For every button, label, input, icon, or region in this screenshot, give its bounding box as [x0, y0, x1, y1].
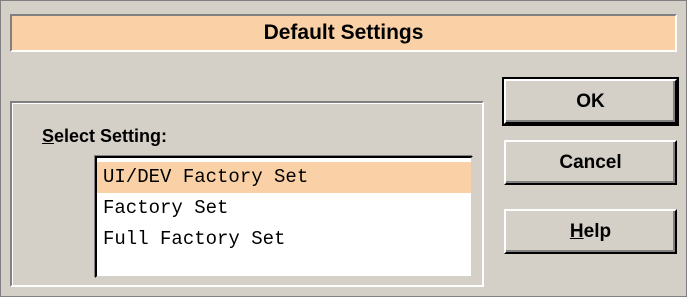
help-label-text: elp [583, 220, 612, 242]
cancel-button[interactable]: Cancel [504, 140, 677, 185]
help-button[interactable]: Help [504, 209, 677, 254]
default-settings-dialog: Default Settings Select Setting: UI/DEV … [0, 0, 687, 297]
list-item-full-factory-set[interactable]: Full Factory Set [97, 224, 471, 255]
settings-listbox[interactable]: UI/DEV Factory Set Factory Set Full Fact… [95, 156, 473, 278]
select-setting-group: Select Setting: UI/DEV Factory Set Facto… [10, 101, 484, 287]
ok-button-label: OK [576, 90, 605, 112]
ok-button[interactable]: OK [502, 77, 679, 126]
dialog-title: Default Settings [263, 21, 424, 44]
list-item-ui-dev-factory-set[interactable]: UI/DEV Factory Set [97, 162, 471, 193]
select-setting-mnemonic: S [42, 126, 55, 146]
help-button-label: Help [570, 221, 611, 243]
select-setting-label: Select Setting: [42, 126, 167, 147]
list-item-factory-set[interactable]: Factory Set [97, 193, 471, 224]
help-mnemonic: H [569, 220, 584, 242]
cancel-button-label: Cancel [559, 151, 622, 173]
select-setting-label-text: elect Setting: [54, 126, 168, 146]
dialog-title-bar: Default Settings [10, 14, 677, 52]
